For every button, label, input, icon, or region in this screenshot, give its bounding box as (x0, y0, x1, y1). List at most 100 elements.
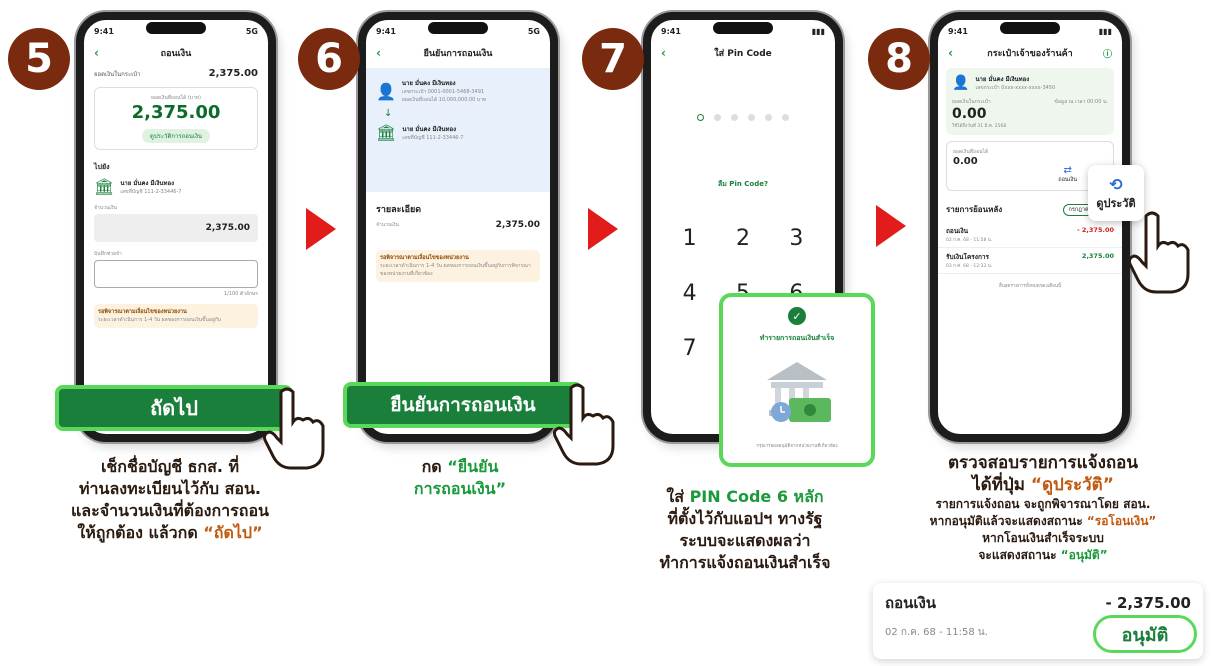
balance-label: ยอดเงินในกระเป๋า (94, 70, 141, 78)
key-1[interactable]: 1 (663, 226, 716, 251)
forgot-pin-link[interactable]: ลืม Pin Code? (651, 179, 835, 190)
caption-line: ระบบจะแสดงผลว่า (679, 531, 811, 550)
memo-field[interactable] (94, 260, 258, 288)
recent-label: รายการย้อนหลัง (946, 205, 1003, 214)
key-7[interactable]: 7 (663, 336, 716, 361)
to-row: 🏛 นาย มั่นคง มีเงินทอง เลขที่บัญชี 111-2… (376, 123, 540, 142)
status-signal: 5G (527, 26, 540, 36)
pin-dot (748, 114, 755, 121)
detail-label: รายละเอียด (376, 205, 422, 215)
transaction-title: รับเงินโครงการ (946, 253, 990, 261)
key-4[interactable]: 4 (663, 281, 716, 306)
transaction-amount: 2,375.00 (1081, 252, 1114, 260)
amount-row: จำนวนเงิน 2,375.00 (366, 218, 550, 232)
warning-body: ระยะเวลาดำเนินการ 1-4 วัน ผลของการถอนเงิ… (98, 317, 222, 323)
info-icon[interactable]: ⓘ (1103, 47, 1112, 60)
withdrawable-value: 2,375.00 (131, 102, 221, 123)
balance-sub: ใช้ได้ถึงวันที่ 31 มี.ค. 2568 (952, 124, 1007, 129)
back-icon[interactable]: ‹ (661, 46, 666, 60)
transfer-card: 👤 นาย มั่นคง มีเงินทอง เลขกระเป๋า 0001-0… (366, 68, 550, 192)
amount-label: จำนวนเงิน (94, 205, 117, 211)
bank-icon: 🏛 (376, 123, 397, 142)
status-badge: อนุมัติ (1093, 615, 1197, 653)
caption-step-6: กด “ยืนยัน การถอนเงิน” (370, 456, 550, 500)
withdrawable-value: 0.00 (953, 156, 978, 167)
status-signal-icon: ▮▮▮ (1098, 26, 1112, 36)
hand-pointer-icon (263, 387, 325, 470)
wallet-number: เลขกระเป๋า 0xxx-xxxx-xxxx-3450 (975, 85, 1056, 91)
to-name: นาย มั่นคง มีเงินทอง (402, 125, 457, 133)
caption-line: รายการแจ้งถอน จะถูกพิจารณาโดย สอน. (935, 497, 1151, 511)
key-3[interactable]: 3 (770, 226, 823, 251)
pin-dot (697, 114, 704, 121)
balance-header: ยอดเงินในกระเป๋า ข้อมูล ณ เวลา 00:00 น. (952, 98, 1108, 106)
withdraw-button[interactable]: ⇄ ถอนเงิน (1058, 165, 1077, 184)
caption-text: หากอนุมัติแล้วจะแสดงสถานะ (929, 514, 1087, 528)
pin-dot (782, 114, 789, 121)
phone-step-6: 9:41 5G ‹ ยืนยันการถอนเงิน 👤 นาย มั่นคง … (358, 12, 558, 442)
caption-text: ใส่ (666, 487, 690, 506)
transaction-title: ถอนเงิน (885, 594, 937, 612)
transaction-title: ถอนเงิน (946, 227, 969, 235)
step-badge-7: 7 (582, 28, 644, 90)
caption-text: กด (421, 457, 448, 476)
caption-text: ได้ที่ปุ่ม (972, 475, 1031, 495)
page-title: ใส่ Pin Code (714, 49, 772, 59)
caption-highlight: “ดูประวัติ” (1030, 475, 1114, 495)
from-row: 👤 นาย มั่นคง มีเงินทอง เลขกระเป๋า 0001-0… (376, 78, 540, 104)
hand-pointer-icon (553, 383, 615, 466)
status-time: 9:41 (376, 26, 396, 36)
phone-step-5: 9:41 5G ‹ ถอนเงิน ยอดเงินในกระเป๋า 2,375… (76, 12, 276, 442)
caption-line: หากโอนเงินสำเร็จระบบ (982, 531, 1104, 545)
history-button[interactable]: ดูประวัติการถอนเงิน (141, 129, 211, 143)
arrow-icon (876, 205, 906, 247)
account-row: 🏛 นาย มั่นคง มีเงินทอง เลขที่บัญชี 111-2… (84, 175, 268, 198)
transaction-date: 03 ก.ค. 68 - 12:33 น. (946, 264, 993, 269)
account-name: นาย มั่นคง มีเงินทอง (120, 179, 175, 187)
caption-highlight: “รอโอนเงิน” (1086, 514, 1157, 528)
withdrawable-card: ยอดเงินที่ถอนได้ (บาท) 2,375.00 ดูประวัต… (94, 87, 258, 150)
caption-highlight: “อนุมัติ” (1060, 548, 1108, 562)
page-title: ถอนเงิน (160, 49, 192, 59)
pin-dot (714, 114, 721, 121)
caption-line: หากอนุมัติแล้วจะแสดงสถานะ “รอโอนเงิน” (878, 513, 1208, 530)
caption-line: จะแสดงสถานะ “อนุมัติ” (878, 547, 1208, 564)
caption-line: ได้ที่ปุ่ม “ดูประวัติ” (878, 474, 1208, 496)
transaction-row[interactable]: ถอนเงิน - 2,375.00 02 ก.ค. 68 - 11:58 น. (938, 222, 1122, 248)
nav-bar: ‹ ถอนเงิน (84, 42, 268, 64)
confirm-withdraw-button[interactable]: ยืนยันการถอนเงิน (343, 382, 583, 428)
amount-field[interactable]: 2,375.00 (94, 214, 258, 242)
back-icon[interactable]: ‹ (376, 46, 381, 60)
balance-value: 0.00 (952, 106, 987, 122)
phone-notch (428, 22, 488, 34)
nav-bar: ‹ กระเป๋าเจ้าของร้านค้า ⓘ (938, 42, 1122, 64)
caption-text: จะแสดงสถานะ (978, 548, 1061, 562)
next-button[interactable]: ถัดไป (55, 385, 293, 431)
success-title: ทำรายการถอนเงินสำเร็จ (759, 334, 835, 342)
warning-title: รอพิจารณาตามเงื่อนไขของหน่วยงาน (380, 255, 469, 261)
approved-transaction-card: ถอนเงิน - 2,375.00 02 ก.ค. 68 - 11:58 น.… (873, 583, 1203, 659)
pin-dot (731, 114, 738, 121)
check-icon: ✓ (788, 307, 806, 325)
page-title: ยืนยันการถอนเงิน (423, 49, 493, 59)
balance-time: ข้อมูล ณ เวลา 00:00 น. (1054, 99, 1108, 105)
transaction-row[interactable]: รับเงินโครงการ 2,375.00 03 ก.ค. 68 - 12:… (938, 248, 1122, 274)
nav-bar: ‹ ใส่ Pin Code (651, 42, 835, 64)
memo-count: 1/100 ตัวอักษร (223, 291, 258, 297)
avatar: 👤 (376, 81, 396, 101)
caption-text: ให้ถูกต้อง แล้วกด (77, 523, 204, 542)
back-icon[interactable]: ‹ (94, 46, 99, 60)
caption-line: ท่านลงทะเบียนไว้กับ สอน. (79, 479, 261, 498)
owner-name: นาย มั่นคง มีเงินทอง (975, 76, 1030, 83)
caption-line: และจำนวนเงินที่ต้องการถอน (70, 501, 269, 520)
avatar: 👤 (952, 75, 970, 91)
withdrawable-label: ยอดเงินที่ถอนได้ (953, 149, 989, 155)
withdrawable-label: ยอดเงินที่ถอนได้ (บาท) (150, 95, 202, 101)
success-note: กรุณารอผลอนุมัติจากหน่วยงานที่เกี่ยวข้อง (756, 444, 838, 449)
key-2[interactable]: 2 (716, 226, 769, 251)
transaction-date: 02 ก.ค. 68 - 11:58 น. (946, 238, 993, 243)
status-time: 9:41 (94, 26, 114, 36)
back-icon[interactable]: ‹ (948, 46, 953, 60)
history-icon: ⟲ (1109, 174, 1123, 194)
caption-line: ให้ถูกต้อง แล้วกด “ถัดไป” (35, 522, 305, 544)
